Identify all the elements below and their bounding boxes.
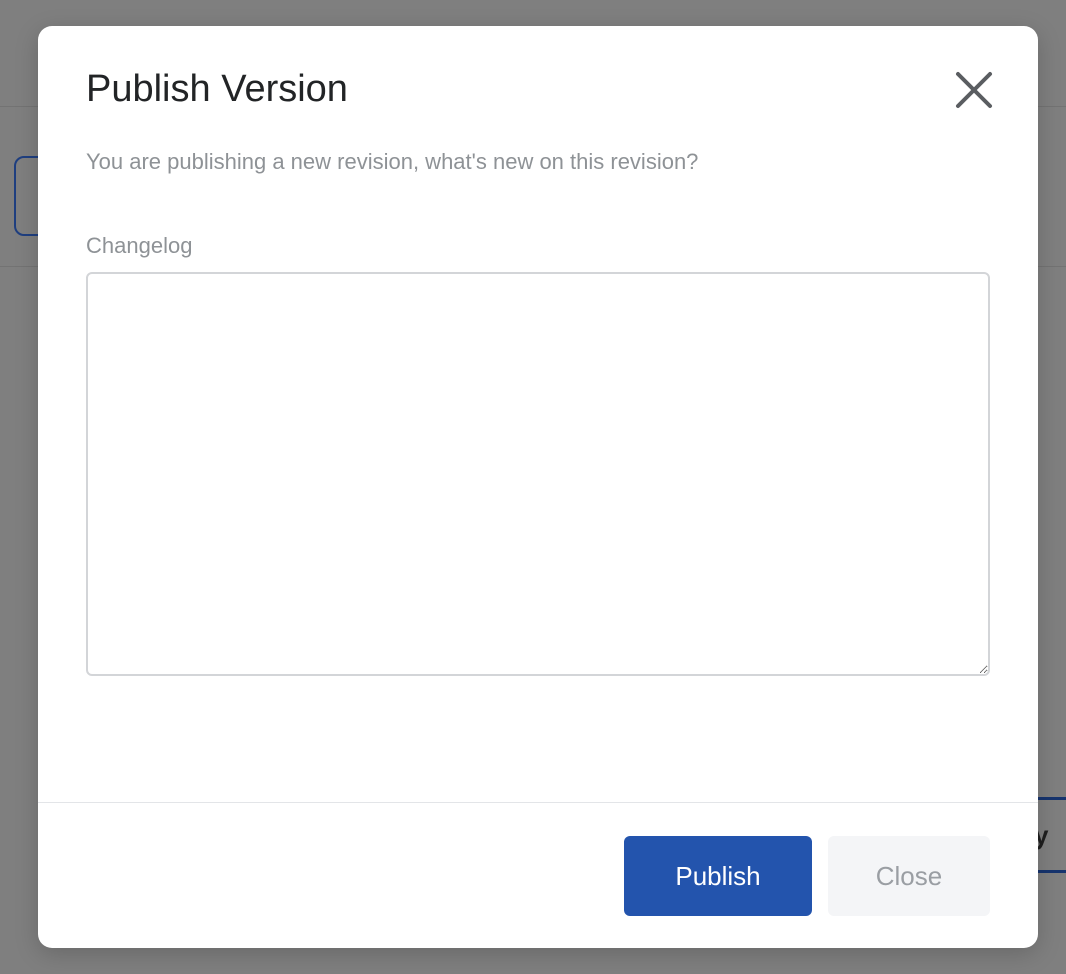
close-button[interactable]: Close (828, 836, 990, 916)
changelog-textarea[interactable] (86, 272, 990, 676)
close-icon[interactable] (950, 66, 998, 114)
changelog-label: Changelog (86, 233, 193, 258)
dialog-title: Publish Version (86, 68, 348, 110)
dialog-subtitle: You are publishing a new revision, what'… (86, 149, 699, 174)
publish-button[interactable]: Publish (624, 836, 812, 916)
footer-divider (38, 802, 1038, 803)
publish-version-dialog: Publish Version You are publishing a new… (38, 26, 1038, 948)
